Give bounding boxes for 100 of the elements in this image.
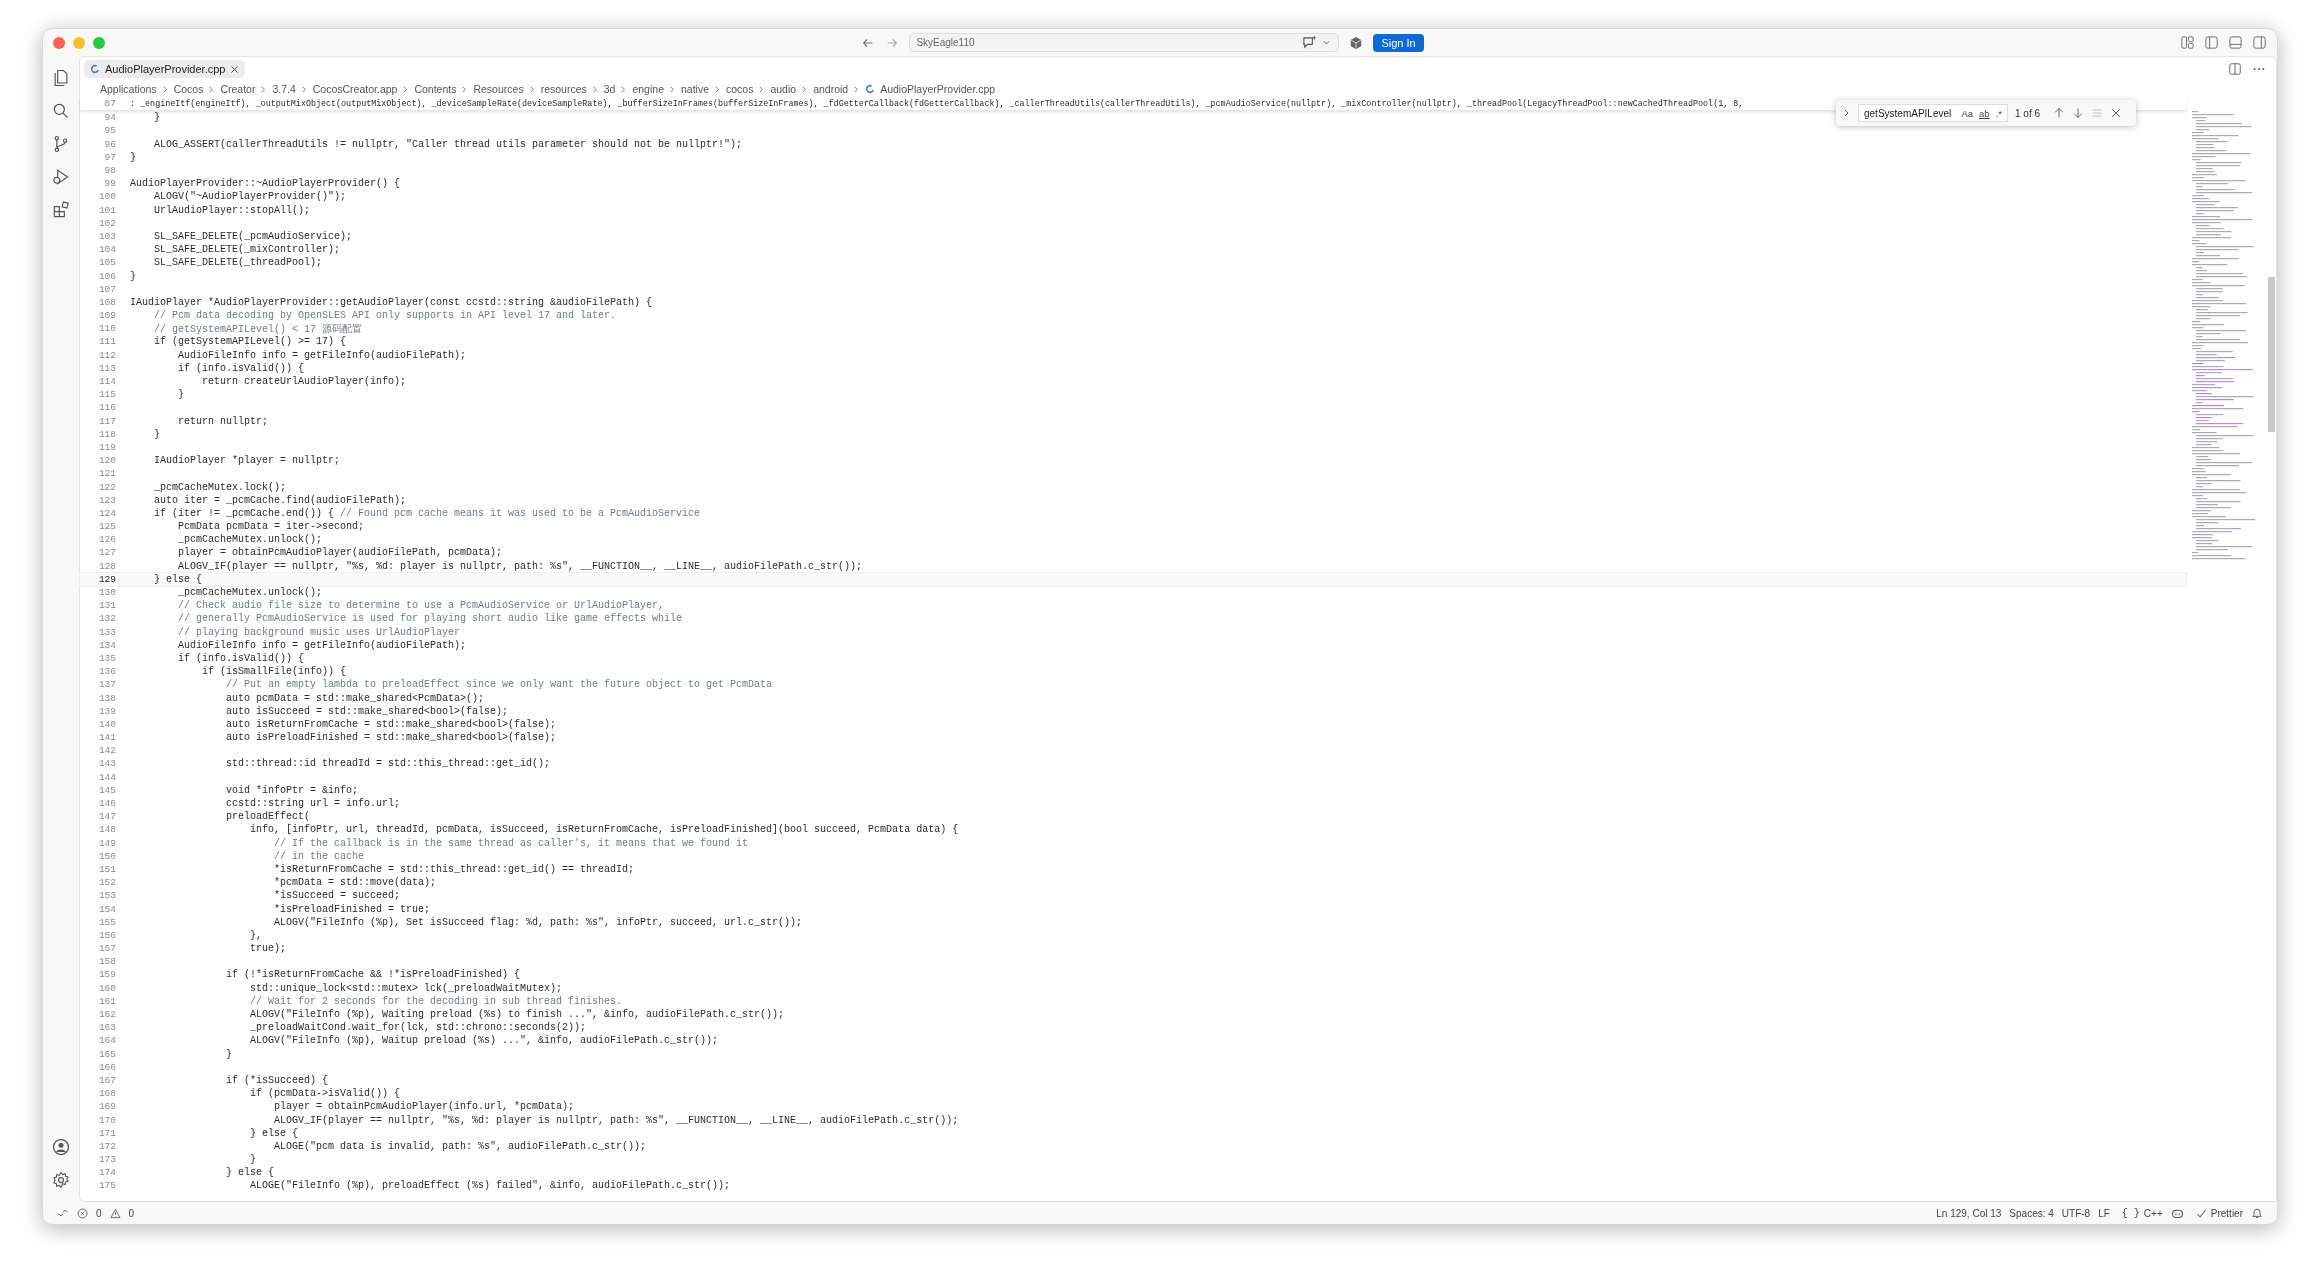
code-line: auto iter = _pcmCache.find(audioFilePath); <box>153 494 407 506</box>
sign-in-button[interactable]: Sign In <box>1373 33 1424 52</box>
code-line: auto pcmData = std::make_shared<PcmData>(); <box>225 692 485 704</box>
code-line: if (iter != _pcmCache.end()) { // Found pcm cache means it was used to be a PcmAudioService <box>153 507 701 519</box>
line-number: 117 <box>97 415 117 427</box>
code-line: ALOGV("~AudioPlayerProvider()"); <box>153 191 347 203</box>
code-line: } else { <box>153 573 202 585</box>
line-number: 100 <box>97 191 117 203</box>
line-number: 135 <box>97 652 117 664</box>
line-number: 102 <box>97 217 117 229</box>
line-number: 170 <box>97 1114 117 1126</box>
line-number: 151 <box>97 863 117 875</box>
code-line: std::unique_lock<std::mutex> lck(_preloadWaitMutex); <box>249 982 563 994</box>
line-number: 164 <box>97 1035 117 1047</box>
prettier-status[interactable]: Prettier <box>2195 1207 2243 1219</box>
code-line: } <box>249 1154 257 1166</box>
whole-word-toggle[interactable]: ab <box>1979 107 1990 119</box>
code-line: return createUrlAudioPlayer(info); <box>201 376 407 388</box>
indentation[interactable]: Spaces: 4 <box>2009 1207 2054 1219</box>
line-number: 137 <box>97 679 117 691</box>
match-case-toggle[interactable]: Aa <box>1961 107 1974 119</box>
code-line: } <box>153 112 160 124</box>
code-line: return nullptr; <box>177 415 269 427</box>
line-number: 125 <box>97 521 117 533</box>
line-number: 109 <box>97 310 117 322</box>
code-line: ALOGV("FileInfo (%p), Set isSucceed flag: %d, path: %s", infoPtr, succeed, url.c_str()); <box>273 916 803 928</box>
line-number: 171 <box>97 1127 117 1139</box>
breadcrumb-item[interactable]: native <box>680 83 709 95</box>
line-number: 157 <box>97 943 117 955</box>
code-line: std::thread::id threadId = std::this_thread::get_id(); <box>225 758 551 770</box>
code-line: IAudioPlayer *AudioPlayerProvider::getAudioPlayer(const ccstd::string &audioFilePath) { <box>130 296 653 308</box>
breadcrumb-item[interactable]: 3.7.4 <box>272 83 296 95</box>
line-number: 106 <box>97 270 117 282</box>
line-number: 141 <box>97 732 117 744</box>
code-line: } <box>130 270 136 282</box>
code-line: auto isPreloadFinished = std::make_shared<bool>(false); <box>225 732 557 744</box>
line-number: 165 <box>97 1048 117 1060</box>
code-line: info, [infoPtr, url, threadId, pcmData, isSucceed, isReturnFromCache, isPreloadFinished](bool succeed, PcmData data) { <box>249 824 959 836</box>
editor-tab[interactable]: AudioPlayerProvider.cpp <box>84 60 246 78</box>
cursor-position[interactable]: Ln 129, Col 13 <box>1936 1207 2002 1219</box>
line-number: 119 <box>97 441 117 453</box>
line-number: 146 <box>97 798 117 810</box>
line-number: 118 <box>97 428 117 440</box>
code-line: if (isSmallFile(info)) { <box>201 666 347 678</box>
code-line: _pcmCacheMutex.unlock(); <box>177 534 323 546</box>
breadcrumb-item[interactable]: 3d <box>603 83 616 95</box>
line-number: 150 <box>97 850 117 862</box>
code-line: AudioFileInfo info = getFileInfo(audioFilePath); <box>177 349 467 361</box>
line-number: 145 <box>97 784 117 796</box>
command-center-field[interactable]: SkyEagle110 <box>909 33 1340 52</box>
breadcrumb-item[interactable]: Resources <box>473 83 524 95</box>
line-number: 148 <box>97 824 117 836</box>
breadcrumb-item[interactable]: Cocos <box>173 83 204 95</box>
breadcrumb-item[interactable]: AudioPlayerProvider.cpp <box>880 83 996 95</box>
code-line: AudioPlayerProvider::~AudioPlayerProvider() { <box>130 178 401 190</box>
breadcrumb-item[interactable]: resources <box>540 83 587 95</box>
breadcrumb-item[interactable]: cocos <box>726 83 754 95</box>
regex-toggle[interactable]: .* <box>1995 107 2002 119</box>
warning-count[interactable]: 0 <box>128 1207 135 1219</box>
line-number: 98 <box>103 165 117 177</box>
line-number: 129 <box>97 573 117 585</box>
code-line: UrlAudioPlayer::stopAll(); <box>153 204 311 216</box>
find-input-field[interactable]: getSystemAPILevel Aa ab .* <box>1858 104 2008 122</box>
line-number: 159 <box>97 969 117 981</box>
code-line: ALOG_ASSERT(callerThreadUtils != nullptr, "Caller thread utils parameter should not be nullptr!"); <box>153 138 743 150</box>
line-number: 152 <box>97 877 117 889</box>
code-line: preloadEffect( <box>225 811 311 823</box>
breadcrumb-item[interactable]: Applications <box>100 83 157 95</box>
line-number: 134 <box>97 639 117 651</box>
breadcrumb-item[interactable]: Creator <box>220 83 256 95</box>
code-line: ccstd::string url = info.url; <box>225 798 401 810</box>
line-number: 130 <box>97 587 117 599</box>
line-ending[interactable]: LF <box>2098 1207 2110 1219</box>
code-line: } else { <box>249 1127 299 1139</box>
breadcrumb-item[interactable]: audio <box>770 83 797 95</box>
code-line: _preloadWaitCond.wait_for(lck, std::chrono::seconds(2)); <box>249 1022 587 1034</box>
line-number: 112 <box>97 349 117 361</box>
breadcrumb-item[interactable]: Contents <box>414 83 457 95</box>
breadcrumb-item[interactable]: CocosCreator.app <box>312 83 398 95</box>
line-number: 116 <box>97 402 117 414</box>
line-number: 99 <box>103 178 117 190</box>
code-line: IAudioPlayer *player = nullptr; <box>153 455 341 467</box>
line-number: 105 <box>97 257 117 269</box>
breadcrumb-item[interactable]: android <box>813 83 849 95</box>
error-count[interactable]: 0 <box>96 1207 102 1219</box>
code-line: if (info.isValid()) { <box>177 652 305 664</box>
line-number: 133 <box>97 626 117 638</box>
line-number: 156 <box>97 929 117 941</box>
encoding[interactable]: UTF-8 <box>2061 1207 2091 1219</box>
breadcrumb-item[interactable]: engine <box>632 83 664 95</box>
code-line: ALOGV_IF(player == nullptr, "%s, %d: player is nullptr, path: %s", __FUNCTION__, __LINE__, audioFilePath.c_str()); <box>273 1114 959 1126</box>
line-number: 153 <box>97 890 117 902</box>
code-line: _pcmCacheMutex.lock(); <box>153 481 287 493</box>
line-number: 155 <box>97 916 117 928</box>
code-line: } <box>153 428 160 440</box>
line-number: 104 <box>97 244 117 256</box>
line-number: 120 <box>97 455 117 467</box>
language-mode[interactable]: { } C++ <box>2121 1207 2163 1219</box>
code-line: void *infoPtr = &info; <box>225 784 359 796</box>
line-number: 114 <box>97 376 117 388</box>
